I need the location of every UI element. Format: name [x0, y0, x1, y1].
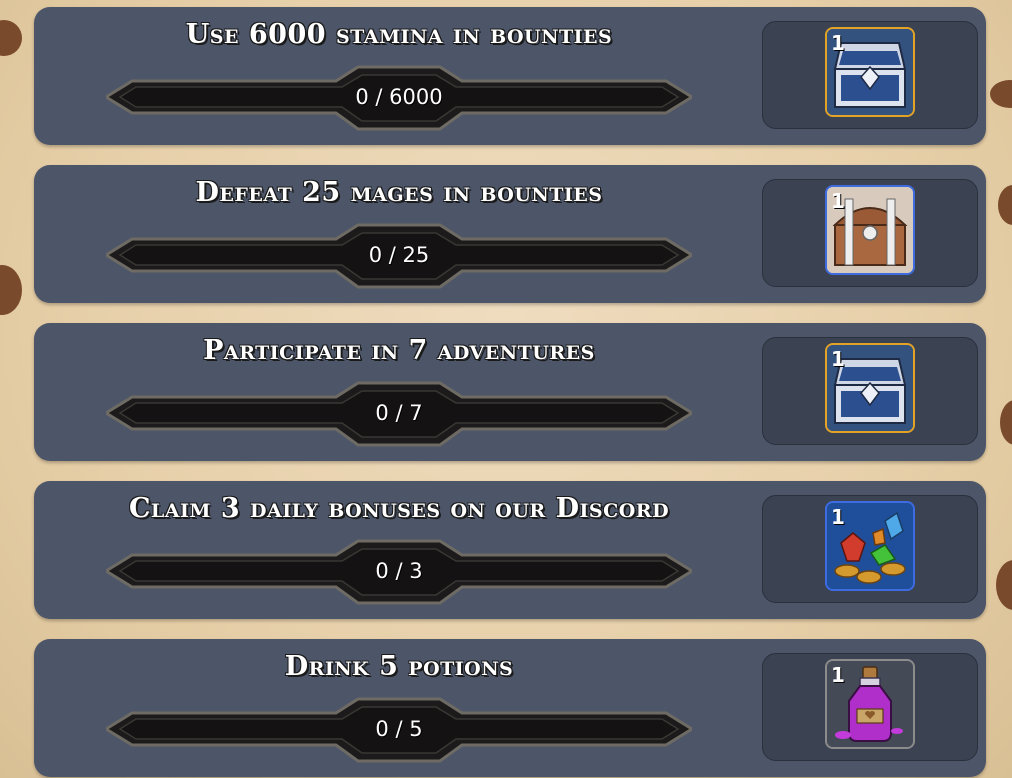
reward-item[interactable]: 1 — [825, 343, 915, 433]
quest-title: Use 6000 stamina in bounties — [185, 19, 613, 50]
reward-slot[interactable]: 1 — [762, 337, 978, 445]
quest-card: Claim 3 daily bonuses on our Discord 0 /… — [34, 481, 986, 619]
reward-item[interactable]: 1 — [825, 501, 915, 591]
progress-bar: 0 / 7 — [106, 375, 692, 451]
wood-decoration-left — [0, 265, 22, 315]
reward-count: 1 — [831, 505, 845, 529]
wood-decoration-right — [990, 80, 1012, 108]
progress-text: 0 / 5 — [375, 717, 423, 741]
quest-card: Participate in 7 adventures 0 / 7 1 — [34, 323, 986, 461]
progress-bar: 0 / 6000 — [106, 59, 692, 135]
quest-title: Participate in 7 adventures — [203, 335, 595, 366]
reward-count: 1 — [831, 189, 845, 213]
reward-count: 1 — [831, 663, 845, 687]
wood-decoration-left — [0, 20, 22, 56]
progress-bar: 0 / 3 — [106, 533, 692, 609]
progress-bar: 0 / 25 — [106, 217, 692, 293]
reward-item[interactable]: 1 — [825, 185, 915, 275]
quest-card: Drink 5 potions 0 / 5 1 — [34, 639, 986, 777]
wood-decoration-right — [996, 560, 1012, 610]
reward-slot[interactable]: 1 — [762, 495, 978, 603]
quest-title: Drink 5 potions — [284, 651, 514, 682]
progress-text: 0 / 3 — [375, 559, 423, 583]
progress-text: 0 / 6000 — [355, 85, 443, 109]
reward-item[interactable]: 1 — [825, 659, 915, 749]
reward-slot[interactable]: 1 — [762, 653, 978, 761]
quest-title: Claim 3 daily bonuses on our Discord — [128, 493, 670, 524]
progress-text: 0 / 7 — [375, 401, 423, 425]
quest-title: Defeat 25 mages in bounties — [195, 177, 603, 208]
reward-count: 1 — [831, 347, 845, 371]
reward-item[interactable]: 1 — [825, 27, 915, 117]
reward-slot[interactable]: 1 — [762, 21, 978, 129]
quest-card: Defeat 25 mages in bounties 0 / 25 1 — [34, 165, 986, 303]
wood-decoration-right — [1000, 400, 1012, 445]
reward-count: 1 — [831, 31, 845, 55]
wood-decoration-right — [998, 185, 1012, 225]
reward-slot[interactable]: 1 — [762, 179, 978, 287]
progress-text: 0 / 25 — [368, 243, 430, 267]
progress-bar: 0 / 5 — [106, 691, 692, 767]
quest-card: Use 6000 stamina in bounties 0 / 6000 1 — [34, 7, 986, 145]
